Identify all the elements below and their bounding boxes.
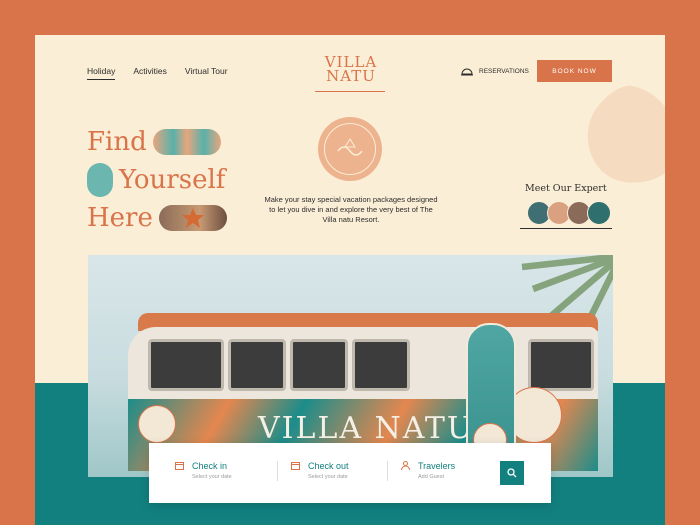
- resort-emblem: [318, 117, 382, 181]
- book-now-button[interactable]: BOOK NOW: [537, 60, 612, 82]
- calendar-icon: [175, 462, 184, 470]
- monstera-leaf-icon: [587, 85, 665, 183]
- van-brand-text: VILLA NATU: [258, 411, 475, 446]
- van-window: [352, 339, 410, 391]
- checkin-label: Check in: [192, 461, 228, 471]
- headline-pill-image-1: [152, 129, 221, 155]
- wave-leaf-icon: [337, 138, 363, 156]
- checkin-field[interactable]: Check in Select your date: [175, 461, 232, 480]
- booking-search-bar: Check in Select your date Check out Sele…: [149, 443, 551, 503]
- travelers-sub: Add Guest: [418, 474, 444, 480]
- hero-tagline: Make your stay special vacation packages…: [264, 195, 438, 224]
- calendar-icon: [291, 462, 300, 470]
- travelers-label: Travelers: [418, 461, 456, 471]
- van-window: [148, 339, 224, 391]
- headline-yourself: Yourself: [119, 165, 226, 195]
- nav-holiday[interactable]: Holiday: [87, 66, 116, 80]
- expert-underline: [520, 228, 612, 229]
- headline-pill-image-3: [158, 205, 227, 231]
- checkout-label: Check out: [308, 461, 349, 471]
- search-icon: [507, 468, 517, 478]
- headline-here: Here: [87, 203, 153, 233]
- avatar[interactable]: [587, 201, 611, 225]
- user-icon: [401, 461, 410, 470]
- page: Holiday Activities Virtual Tour VILLA NA…: [35, 35, 665, 525]
- hero-headline: Find Yourself Here: [87, 123, 227, 237]
- headline-find: Find: [87, 127, 147, 157]
- van-window: [228, 339, 286, 391]
- reservations-link[interactable]: RESERVATIONS: [461, 67, 529, 76]
- checkin-sub: Select your date: [192, 474, 232, 480]
- van-badge-left: [138, 405, 176, 443]
- divider: [277, 461, 278, 481]
- checkout-field[interactable]: Check out Select your date: [291, 461, 349, 480]
- logo[interactable]: VILLA NATU: [315, 55, 387, 85]
- logo-line2: NATU: [326, 67, 376, 85]
- headline-pill-image-2: [87, 163, 113, 197]
- van-window: [290, 339, 348, 391]
- divider: [387, 461, 388, 481]
- cloche-icon: [461, 68, 473, 76]
- reservations-label: RESERVATIONS: [479, 68, 529, 75]
- van-window: [528, 339, 594, 391]
- checkout-sub: Select your date: [308, 474, 348, 480]
- travelers-field[interactable]: Travelers Add Guest: [401, 461, 455, 480]
- nav-activities[interactable]: Activities: [133, 66, 167, 80]
- nav-virtual-tour[interactable]: Virtual Tour: [185, 66, 228, 80]
- expert-title: Meet Our Expert: [525, 183, 607, 194]
- expert-avatars[interactable]: [527, 201, 611, 225]
- main-nav: Holiday Activities Virtual Tour: [87, 66, 228, 80]
- logo-underline: [315, 91, 385, 92]
- search-button[interactable]: [500, 461, 524, 485]
- starfish-icon: [181, 208, 204, 228]
